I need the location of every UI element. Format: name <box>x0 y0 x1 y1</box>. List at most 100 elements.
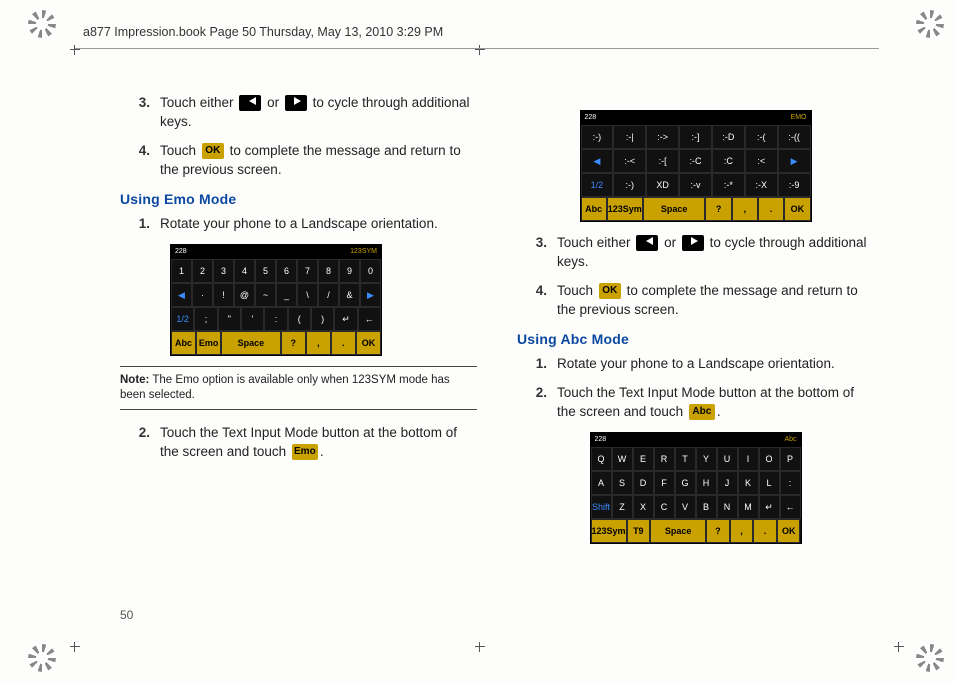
list-item: 3. Touch either or to cycle through addi… <box>517 234 874 272</box>
keyboard-key: W <box>612 447 633 471</box>
keyboard-key: Z <box>612 495 633 519</box>
keyboard-key: 3 <box>213 259 234 283</box>
list-item: 1. Rotate your phone to a Landscape orie… <box>120 215 477 234</box>
keyboard-key: :-| <box>613 125 646 149</box>
keyboard-key: S <box>612 471 633 495</box>
keyboard-key: Q <box>591 447 612 471</box>
section-heading: Using Abc Mode <box>517 330 874 350</box>
document-page: a877 Impression.book Page 50 Thursday, M… <box>0 0 954 682</box>
step-text: Touch the Text Input Mode button at the … <box>557 384 874 422</box>
keyboard-key: Space <box>221 331 281 355</box>
step-number: 3. <box>517 234 557 272</box>
keyboard-key: , <box>732 197 758 221</box>
keyboard-key: :-< <box>613 149 646 173</box>
keyboard-key: ↵ <box>759 495 780 519</box>
keyboard-key: ) <box>311 307 334 331</box>
keyboard-key: K <box>738 471 759 495</box>
keyboard-key: @ <box>234 283 255 307</box>
list-item: 4. Touch OK to complete the message and … <box>517 282 874 320</box>
list-item: 3. Touch either or to cycle through addi… <box>120 94 477 132</box>
step-text: Touch the Text Input Mode button at the … <box>160 424 477 462</box>
keyboard-key: OK <box>784 197 810 221</box>
keyboard-key: :-] <box>679 125 712 149</box>
list-item: 2. Touch the Text Input Mode button at t… <box>120 424 477 462</box>
step-number: 4. <box>517 282 557 320</box>
right-arrow-icon <box>285 95 307 111</box>
registration-mark-icon <box>70 642 80 652</box>
keyboard-key: . <box>331 331 356 355</box>
right-arrow-icon <box>682 235 704 251</box>
cropmark-sun-icon <box>28 644 56 672</box>
keyboard-key: :-[ <box>646 149 679 173</box>
cropmark-sun-icon <box>916 644 944 672</box>
keyboard-key: M <box>738 495 759 519</box>
section-heading: Using Emo Mode <box>120 190 477 210</box>
keyboard-key: : <box>780 471 801 495</box>
keyboard-screenshot-123sym: 228123SYM 1234567890◀·!@~_\/&▶1/2;"':()↵… <box>170 244 382 356</box>
keyboard-screenshot-emo: 228EMO :-):-|:->:-]:-D:-(:-((◀:-<:-[:-C:… <box>580 110 812 222</box>
keyboard-key: :-X <box>745 173 778 197</box>
content-area: 3. Touch either or to cycle through addi… <box>120 90 874 612</box>
keyboard-key: : <box>264 307 287 331</box>
keyboard-key: :-* <box>712 173 745 197</box>
cropmark-sun-icon <box>916 10 944 38</box>
keyboard-key: L <box>759 471 780 495</box>
keyboard-key: Space <box>650 519 706 543</box>
keyboard-key: E <box>633 447 654 471</box>
step-text: Touch OK to complete the message and ret… <box>557 282 874 320</box>
keyboard-key: :-v <box>679 173 712 197</box>
keyboard-key: OK <box>777 519 801 543</box>
left-column: 3. Touch either or to cycle through addi… <box>120 90 477 612</box>
keyboard-key: :-9 <box>778 173 811 197</box>
keyboard-key: :-> <box>646 125 679 149</box>
list-item: 1. Rotate your phone to a Landscape orie… <box>517 355 874 374</box>
keyboard-key: ~ <box>255 283 276 307</box>
keyboard-key: N <box>717 495 738 519</box>
keyboard-key: OK <box>356 331 381 355</box>
keyboard-key: X <box>633 495 654 519</box>
keyboard-key: 5 <box>255 259 276 283</box>
keyboard-key: Emo <box>196 331 221 355</box>
keyboard-key: R <box>654 447 675 471</box>
keyboard-key: 1/2 <box>581 173 614 197</box>
keyboard-screenshot-abc: 228Abc QWERTYUIOPASDFGHJKL:ShiftZXCVBNM↵… <box>590 432 802 544</box>
step-number: 4. <box>120 142 160 180</box>
keyboard-key: A <box>591 471 612 495</box>
keyboard-key: ( <box>288 307 311 331</box>
keyboard-key: & <box>339 283 360 307</box>
keyboard-key: 9 <box>339 259 360 283</box>
registration-mark-icon <box>475 642 485 652</box>
keyboard-key: O <box>759 447 780 471</box>
step-number: 1. <box>517 355 557 374</box>
keyboard-key: F <box>654 471 675 495</box>
keyboard-key: 0 <box>360 259 381 283</box>
keyboard-key: / <box>318 283 339 307</box>
ok-button-icon: OK <box>202 143 224 159</box>
keyboard-key: P <box>780 447 801 471</box>
registration-mark-icon <box>894 642 904 652</box>
keyboard-key: I <box>738 447 759 471</box>
keyboard-key: ! <box>213 283 234 307</box>
keyboard-key: ▶ <box>778 149 811 173</box>
keyboard-key: ? <box>706 519 730 543</box>
abc-button-icon: Abc <box>689 404 715 420</box>
keyboard-key: 8 <box>318 259 339 283</box>
keyboard-key: ← <box>358 307 381 331</box>
keyboard-key: V <box>675 495 696 519</box>
keyboard-key: ' <box>241 307 264 331</box>
keyboard-key: J <box>717 471 738 495</box>
ok-button-icon: OK <box>599 283 621 299</box>
step-text: Rotate your phone to a Landscape orienta… <box>160 215 477 234</box>
keyboard-key: ; <box>194 307 217 331</box>
keyboard-key: C <box>654 495 675 519</box>
keyboard-key: " <box>218 307 241 331</box>
keyboard-key: :-( <box>745 125 778 149</box>
keyboard-key: ◀ <box>581 149 614 173</box>
keyboard-key: D <box>633 471 654 495</box>
keyboard-key: Abc <box>171 331 196 355</box>
keyboard-key: . <box>758 197 784 221</box>
keyboard-key: . <box>753 519 777 543</box>
page-number: 50 <box>120 607 133 624</box>
keyboard-key: Y <box>696 447 717 471</box>
step-text: Touch either or to cycle through additio… <box>557 234 874 272</box>
